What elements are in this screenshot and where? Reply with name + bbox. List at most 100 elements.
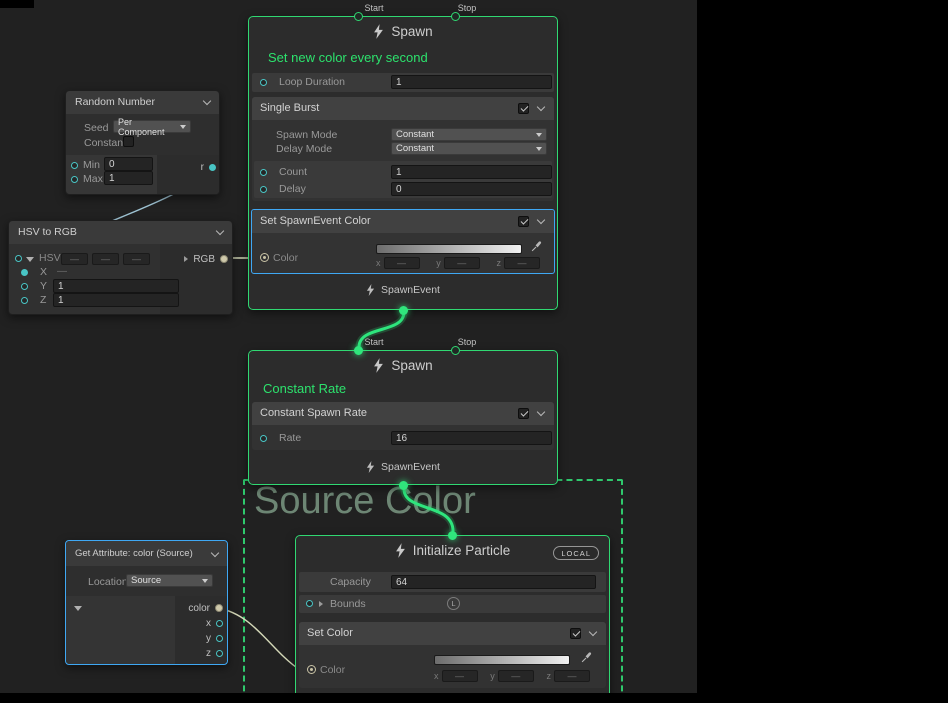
color-input-port[interactable] — [260, 253, 269, 262]
single-burst-header[interactable]: Single Burst — [252, 97, 554, 120]
start-flow-port[interactable] — [354, 346, 363, 355]
block-collapse-icon[interactable] — [537, 217, 545, 225]
spawnevent-out-port[interactable] — [399, 481, 408, 490]
bounds-local-icon: L — [447, 597, 460, 610]
capacity-field[interactable]: 64 — [391, 575, 596, 589]
y-field[interactable]: 1 — [53, 279, 179, 293]
location-label: Location — [88, 576, 128, 588]
constant-spawn-rate-checkbox[interactable] — [518, 408, 529, 419]
color-input-port[interactable] — [307, 665, 316, 674]
node-titlebar[interactable]: Get Attribute: color (Source) — [66, 541, 227, 566]
node-title: Spawn — [391, 24, 432, 39]
delay-mode-dropdown[interactable]: Constant — [391, 142, 547, 155]
max-field[interactable]: 1 — [104, 171, 153, 185]
spawnevent-label: SpawnEvent — [381, 284, 440, 296]
expand-down-icon[interactable] — [26, 257, 34, 262]
eyedropper-icon[interactable] — [581, 652, 592, 663]
block-collapse-icon[interactable] — [589, 629, 597, 637]
bounds-row: Bounds L — [299, 595, 606, 613]
y-label: Y — [40, 280, 47, 292]
spawn-context-color[interactable]: Start Stop Spawn Set new color every sec… — [248, 16, 558, 310]
get-attribute-node[interactable]: Get Attribute: color (Source) Location S… — [65, 540, 228, 665]
node-titlebar[interactable]: HSV to RGB — [9, 221, 232, 244]
z-input-port[interactable] — [21, 297, 28, 304]
rate-field[interactable]: 16 — [391, 431, 552, 445]
min-port[interactable] — [71, 162, 78, 169]
color-field[interactable] — [376, 244, 522, 254]
y-component-field[interactable]: — — [444, 257, 480, 269]
rgb-output-port[interactable] — [220, 255, 228, 263]
eyedropper-icon[interactable] — [531, 241, 542, 252]
stop-flow-port[interactable] — [451, 346, 460, 355]
location-value: Source — [131, 575, 161, 586]
random-output-port[interactable] — [209, 164, 216, 171]
hsv-x-field[interactable]: — — [61, 253, 88, 265]
x-value: — — [57, 266, 67, 277]
seed-dropdown[interactable]: Per Component — [113, 120, 191, 133]
loop-duration-field[interactable]: 1 — [391, 75, 552, 89]
expand-right-icon[interactable] — [319, 601, 323, 607]
constant-spawn-rate-block[interactable]: Constant Spawn Rate Rate 16 — [252, 402, 554, 450]
location-dropdown[interactable]: Source — [126, 574, 213, 587]
y-component-field[interactable]: — — [498, 670, 534, 682]
z-component-field[interactable]: — — [504, 257, 540, 269]
min-field[interactable]: 0 — [104, 157, 153, 171]
x-output-port[interactable] — [216, 620, 223, 627]
expand-down-icon[interactable] — [74, 606, 82, 611]
z-component-field[interactable]: — — [554, 670, 590, 682]
hsv-y-field[interactable]: — — [92, 253, 119, 265]
color-label: Color — [320, 664, 345, 676]
count-field[interactable]: 1 — [391, 165, 552, 179]
delay-field[interactable]: 0 — [391, 182, 552, 196]
random-number-node[interactable]: Random Number Seed Per Component Constan… — [65, 90, 220, 195]
output-panel: color x y z — [66, 596, 227, 664]
loop-duration-port[interactable] — [260, 79, 267, 86]
bounds-port[interactable] — [306, 600, 313, 607]
color-output-port[interactable] — [215, 604, 223, 612]
set-color-block[interactable]: Set Color Color x— y— z— — [299, 622, 606, 688]
spawnevent-out-port[interactable] — [399, 306, 408, 315]
block-collapse-icon[interactable] — [537, 409, 545, 417]
set-spawnevent-color-header[interactable]: Set SpawnEvent Color — [252, 210, 554, 233]
expand-right-icon[interactable] — [184, 256, 188, 262]
rate-port[interactable] — [260, 435, 267, 442]
single-burst-checkbox[interactable] — [518, 103, 529, 114]
start-flow-port[interactable] — [354, 12, 363, 21]
max-port[interactable] — [71, 176, 78, 183]
vfx-graph-canvas[interactable]: Source Color Start Stop Spawn Set new co… — [0, 0, 948, 703]
delay-port[interactable] — [260, 186, 267, 193]
x-input-port[interactable] — [21, 269, 28, 276]
spawn-mode-dropdown[interactable]: Constant — [391, 128, 547, 141]
collapse-icon[interactable] — [216, 228, 224, 236]
z-field[interactable]: 1 — [53, 293, 179, 307]
hsv-z-field[interactable]: — — [123, 253, 150, 265]
color-field[interactable] — [434, 655, 570, 665]
hsv-input-port[interactable] — [15, 255, 22, 262]
x-component-field[interactable]: — — [442, 670, 478, 682]
set-spawnevent-color-checkbox[interactable] — [518, 216, 529, 227]
node-titlebar[interactable]: Random Number — [66, 91, 219, 114]
node-title: Initialize Particle — [413, 543, 511, 558]
x-component-field[interactable]: — — [384, 257, 420, 269]
single-burst-collapse-icon[interactable] — [537, 104, 545, 112]
flow-in-port[interactable] — [448, 531, 457, 540]
seed-label: Seed — [84, 122, 109, 134]
stop-flow-port[interactable] — [451, 12, 460, 21]
block-header[interactable]: Constant Spawn Rate — [252, 402, 554, 425]
single-burst-block[interactable]: Single Burst Spawn Mode Constant Delay M… — [252, 97, 554, 201]
count-port[interactable] — [260, 169, 267, 176]
collapse-icon[interactable] — [211, 550, 219, 558]
set-color-header[interactable]: Set Color — [299, 622, 606, 645]
set-color-checkbox[interactable] — [570, 628, 581, 639]
y-input-port[interactable] — [21, 283, 28, 290]
edge-attribute-to-color[interactable] — [218, 608, 300, 670]
set-spawnevent-color-block[interactable]: Set SpawnEvent Color Color x— y— z— — [251, 209, 555, 274]
constant-checkbox[interactable] — [123, 136, 134, 147]
spawn-context-rate[interactable]: Start Stop Spawn Constant Rate Constant … — [248, 350, 558, 485]
y-output-port[interactable] — [216, 635, 223, 642]
z-output-port[interactable] — [216, 650, 223, 657]
hsv-to-rgb-node[interactable]: HSV to RGB HSV — — — RGB X — Y 1 Z 1 — [8, 220, 233, 315]
collapse-icon[interactable] — [203, 98, 211, 106]
node-header: Spawn — [249, 358, 557, 373]
initialize-particle-context[interactable]: Initialize Particle LOCAL Capacity 64 Bo… — [295, 535, 610, 703]
